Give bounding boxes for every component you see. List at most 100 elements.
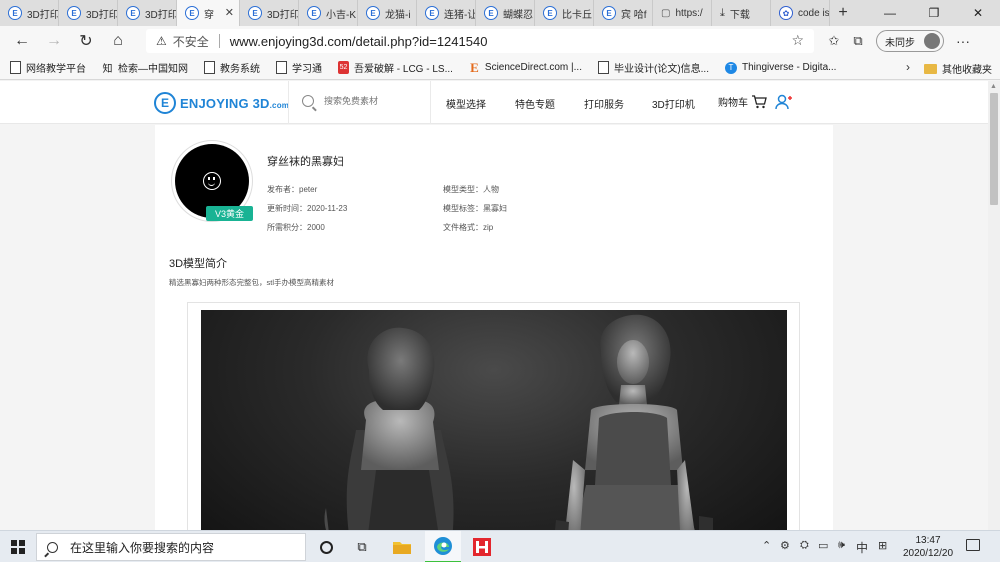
tray-expand-icon[interactable]: ⌃ bbox=[762, 539, 771, 552]
browser-tab-6[interactable]: E 小吉-K bbox=[299, 0, 358, 26]
battery-icon[interactable]: ▭ bbox=[818, 539, 828, 552]
doc-icon bbox=[597, 61, 609, 74]
browser-tab-14[interactable]: ✿ code is bbox=[771, 0, 830, 26]
nav-model-select[interactable]: 模型选择 bbox=[446, 96, 486, 111]
site-favicon-icon: E bbox=[366, 6, 380, 20]
browser-tab-8[interactable]: E 连猪-让 bbox=[417, 0, 476, 26]
model-intro-heading: 3D模型简介 bbox=[169, 258, 228, 270]
page-scrollbar[interactable]: ▲ bbox=[988, 81, 1000, 530]
browser-tab-5[interactable]: E 3D打印 bbox=[240, 0, 299, 26]
browser-tab-3[interactable]: E 3D打印 bbox=[118, 0, 177, 26]
scroll-up-icon[interactable]: ▲ bbox=[990, 83, 997, 90]
network-icon[interactable]: ⛭ bbox=[800, 539, 809, 552]
ime-language-indicator[interactable]: 中 bbox=[856, 539, 868, 556]
back-button[interactable]: ← bbox=[6, 26, 38, 56]
tray-app-icon[interactable]: ⚙ bbox=[780, 539, 790, 552]
app-h-button[interactable] bbox=[466, 531, 498, 562]
close-window-button[interactable]: ✕ bbox=[956, 0, 1000, 26]
bookmark-item[interactable]: 网络教学平台 bbox=[10, 60, 86, 75]
insecure-label[interactable]: 不安全 bbox=[173, 33, 209, 50]
windows-logo-icon bbox=[11, 540, 25, 554]
bookmark-item[interactable]: T Thingiverse - Digita... bbox=[724, 61, 836, 74]
update-time-info: 更新时间：2020-11-23 bbox=[267, 204, 348, 213]
bookmark-item[interactable]: 学习通 bbox=[276, 60, 322, 75]
browser-tab-9[interactable]: E 蝴蝶忍 bbox=[476, 0, 535, 26]
site-search[interactable] bbox=[302, 95, 434, 107]
browser-tab-11[interactable]: E宾 哈f bbox=[594, 0, 653, 26]
refresh-button[interactable]: ↻ bbox=[70, 26, 102, 56]
model-preview-image[interactable] bbox=[201, 310, 787, 530]
preview-image-frame bbox=[187, 302, 800, 530]
cart-label: 购物车 bbox=[718, 98, 748, 109]
taskbar-search[interactable]: 在这里输入你要搜索的内容 bbox=[36, 533, 306, 561]
tab-close-icon[interactable]: ✕ bbox=[225, 6, 234, 19]
browser-tab-12[interactable]: ▢ https:/ bbox=[653, 0, 712, 26]
site-logo[interactable]: E ENJOYING 3D.com bbox=[154, 92, 289, 114]
address-toolbar: ← → ↻ ⌂ ⚠ 不安全 www.enjoying3d.com/detail.… bbox=[0, 26, 1000, 56]
maximize-button[interactable]: ❐ bbox=[912, 0, 956, 26]
app-h-icon bbox=[473, 538, 491, 556]
cortana-button[interactable] bbox=[310, 531, 342, 562]
browser-tab-active[interactable]: E 穿 ✕ bbox=[177, 0, 240, 26]
nav-print-service[interactable]: 打印服务 bbox=[584, 96, 624, 111]
forward-button[interactable]: → bbox=[38, 26, 70, 56]
search-icon bbox=[47, 541, 58, 553]
browser-tab-downloads[interactable]: ⤓ 下载 bbox=[712, 0, 771, 26]
download-icon: ⤓ bbox=[720, 6, 725, 19]
edge-browser-button[interactable] bbox=[425, 531, 461, 562]
profile-avatar-icon bbox=[924, 33, 940, 49]
home-button[interactable]: ⌂ bbox=[102, 26, 134, 56]
profile-sync-button[interactable]: 未同步 bbox=[876, 30, 944, 52]
file-explorer-button[interactable] bbox=[386, 531, 418, 562]
favorites-icon[interactable]: ✩ bbox=[822, 33, 846, 49]
site-search-input[interactable] bbox=[324, 96, 434, 106]
search-icon[interactable] bbox=[302, 95, 314, 107]
new-tab-button[interactable]: + bbox=[830, 0, 856, 26]
task-view-icon: ⧉ bbox=[357, 539, 367, 554]
system-clock[interactable]: 13:47 2020/12/20 bbox=[898, 534, 958, 560]
bookmarks-overflow-icon[interactable]: › bbox=[906, 60, 910, 74]
doc-icon bbox=[10, 61, 21, 74]
bookmark-item[interactable]: 知检索—中国知网 bbox=[102, 60, 189, 75]
ime-mode-icon[interactable]: ⊞ bbox=[878, 539, 887, 552]
browser-tab-10[interactable]: E 比卡丘 bbox=[535, 0, 594, 26]
favorite-star-icon[interactable]: ☆ bbox=[791, 32, 804, 49]
browser-tab-2[interactable]: E 3D打印 bbox=[59, 0, 118, 26]
sciencedirect-icon: E bbox=[470, 59, 479, 75]
address-divider bbox=[218, 34, 220, 48]
task-view-button[interactable]: ⧉ bbox=[346, 531, 378, 562]
clock-time: 13:47 bbox=[915, 535, 941, 546]
site-favicon-icon: E bbox=[248, 6, 262, 20]
member-level-badge: V3黄金 bbox=[206, 206, 253, 221]
edge-browser-icon bbox=[434, 537, 452, 555]
bookmark-item[interactable]: E ScienceDirect.com |... bbox=[469, 59, 582, 75]
browser-tab-1[interactable]: E 3D打印 bbox=[0, 0, 59, 26]
nav-3d-printer[interactable]: 3D打印机 bbox=[652, 96, 695, 111]
site-favicon-icon: E bbox=[67, 6, 81, 20]
volume-icon[interactable]: 🕪 bbox=[838, 539, 845, 552]
model-type-info: 模型类型：人物 bbox=[443, 185, 499, 194]
figure-illustration bbox=[324, 314, 713, 530]
minimize-button[interactable]: — bbox=[868, 0, 912, 26]
model-tags-info: 模型标签：黑寡妇 bbox=[443, 204, 507, 213]
warning-icon[interactable]: ⚠ bbox=[156, 34, 167, 48]
bookmark-item[interactable]: 毕业设计(论文)信息... bbox=[597, 60, 709, 75]
more-menu-icon[interactable]: ··· bbox=[956, 33, 970, 49]
taskbar-search-placeholder: 在这里输入你要搜索的内容 bbox=[70, 540, 215, 555]
nav-featured-topics[interactable]: 特色专题 bbox=[515, 96, 555, 111]
bookmark-item[interactable]: 52 吾爱破解 - LCG - LS... bbox=[338, 60, 453, 75]
scrollbar-thumb[interactable] bbox=[990, 93, 998, 205]
notification-center-icon[interactable] bbox=[966, 539, 980, 551]
other-bookmarks-folder[interactable]: 其他收藏夹 bbox=[924, 61, 992, 76]
nav-cart[interactable]: 购物车 bbox=[718, 94, 767, 109]
publisher-info: 发布者：peter bbox=[267, 185, 318, 194]
collections-icon[interactable]: ⧉ bbox=[846, 33, 870, 49]
start-button[interactable] bbox=[0, 531, 36, 562]
bookmark-item[interactable]: 教务系统 bbox=[204, 60, 260, 75]
browser-tab-7[interactable]: E 龙猫-i bbox=[358, 0, 417, 26]
address-bar[interactable]: ⚠ 不安全 www.enjoying3d.com/detail.php?id=1… bbox=[146, 29, 814, 53]
url-text[interactable]: www.enjoying3d.com/detail.php?id=1241540 bbox=[230, 34, 488, 49]
sync-status-label: 未同步 bbox=[885, 37, 915, 49]
site-favicon-icon: E bbox=[543, 6, 557, 20]
user-add-icon[interactable] bbox=[775, 94, 793, 110]
